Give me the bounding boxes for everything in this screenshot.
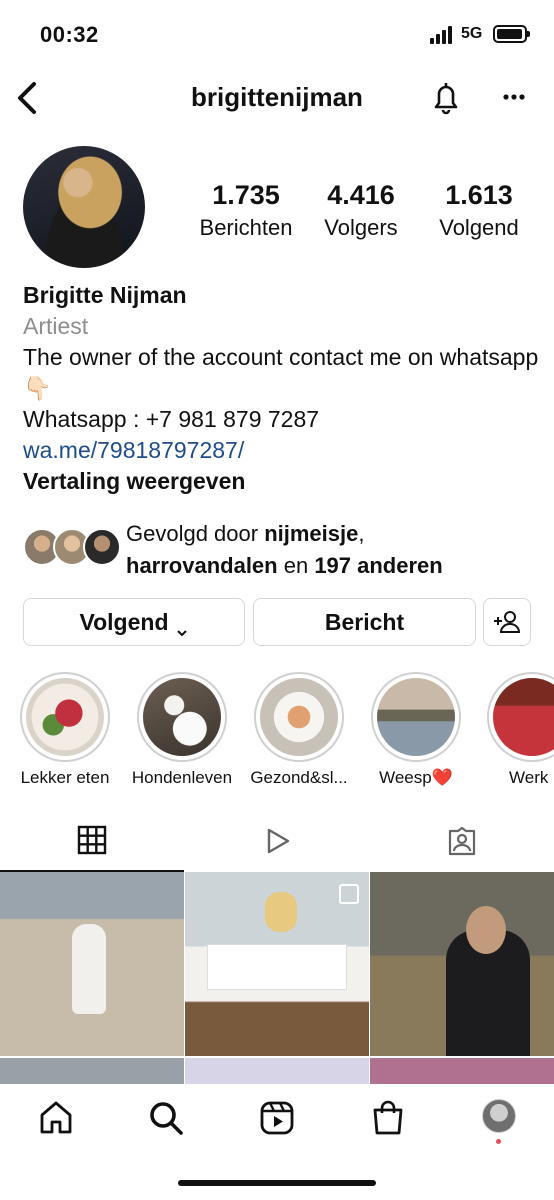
stat-following-count: 1.613: [445, 180, 513, 210]
stat-posts[interactable]: 1.735 Berichten: [190, 180, 302, 241]
post-image-content: [265, 892, 297, 932]
highlight-item[interactable]: Lekker eten: [20, 672, 110, 787]
chevron-down-icon: [175, 617, 189, 637]
post-thumbnail[interactable]: [370, 872, 554, 1056]
battery-icon: [493, 25, 530, 43]
highlight-ring: [20, 672, 110, 762]
profile-avatar[interactable]: [23, 146, 145, 268]
status-time: 00:32: [40, 22, 99, 47]
highlight-cover: [26, 678, 104, 756]
highlight-ring: [137, 672, 227, 762]
notification-dot: [496, 1139, 501, 1144]
reels-play-icon: [267, 828, 290, 854]
stat-followers-count: 4.416: [327, 180, 395, 210]
post-thumbnail[interactable]: [185, 1058, 369, 1084]
profile-bio: Brigitte Nijman Artiest The owner of the…: [23, 280, 543, 497]
bell-icon[interactable]: [428, 78, 464, 118]
bio-link[interactable]: wa.me/79818797287/: [23, 435, 543, 466]
followed-by[interactable]: Gevolgd door nijmeisje, harrovandalen en…: [23, 518, 543, 578]
mutual-others[interactable]: 197 anderen: [314, 553, 442, 578]
followed-by-text: Gevolgd door nijmeisje, harrovandalen en…: [126, 518, 546, 582]
following-button-label: Volgend: [79, 608, 169, 635]
signal-icon: [430, 26, 454, 44]
highlight-cover: [143, 678, 221, 756]
home-icon[interactable]: [36, 1098, 76, 1138]
posts-grid: [0, 872, 554, 1084]
highlight-item[interactable]: Weesp❤️: [371, 672, 461, 787]
home-indicator: [178, 1180, 376, 1186]
mutual-user-2[interactable]: harrovandalen: [126, 553, 278, 578]
tab-reels[interactable]: [185, 810, 369, 872]
highlight-label: Werk: [509, 768, 549, 787]
bio-text-line2: Whatsapp : +7 981 879 7287: [23, 406, 320, 432]
stat-posts-count: 1.735: [212, 180, 280, 210]
tab-tagged[interactable]: [370, 810, 554, 872]
suggest-people-button[interactable]: [483, 598, 531, 646]
post-image-content: [466, 906, 506, 954]
highlight-item[interactable]: Werk: [487, 672, 554, 802]
message-button[interactable]: Bericht: [253, 598, 476, 646]
bio-text-line1: The owner of the account contact me on w…: [23, 344, 539, 401]
status-bar: 00:32 5G: [0, 0, 554, 70]
stat-posts-label: Berichten: [199, 215, 293, 240]
mutual-avatar: [83, 528, 121, 566]
bottom-navigation: [0, 1084, 554, 1200]
post-thumbnail[interactable]: [0, 1058, 184, 1084]
followed-by-sep: ,: [358, 521, 365, 546]
header-username: brigittenijman: [191, 82, 363, 112]
profile-category: Artiest: [23, 313, 89, 339]
highlight-label: Weesp❤️: [379, 768, 453, 787]
more-options-icon[interactable]: [498, 82, 534, 112]
shop-bag-icon[interactable]: [368, 1098, 408, 1138]
profile-stats: 1.735 Berichten 4.416 Volgers 1.613 Volg…: [190, 180, 540, 241]
profile-tabs: [0, 810, 554, 872]
tagged-person-icon: [448, 826, 476, 856]
highlight-item[interactable]: Hondenleven: [132, 672, 232, 787]
followed-by-prefix: Gevolgd door: [126, 521, 265, 546]
profile-name: Brigitte Nijman: [23, 282, 187, 308]
stat-followers[interactable]: 4.416 Volgers: [302, 180, 420, 241]
message-button-label: Bericht: [324, 608, 405, 635]
highlight-ring: [371, 672, 461, 762]
stat-following-label: Volgend: [439, 215, 519, 240]
stat-followers-label: Volgers: [324, 215, 398, 240]
post-thumbnail[interactable]: [185, 872, 369, 1056]
followed-by-mid: en: [277, 553, 315, 578]
post-image-content: [72, 924, 106, 1014]
stat-following[interactable]: 1.613 Volgend: [420, 180, 538, 241]
highlight-item[interactable]: Gezond&sl...: [250, 672, 348, 787]
following-button[interactable]: Volgend: [23, 598, 245, 646]
mutual-user-1[interactable]: nijmeisje: [264, 521, 358, 546]
grid-icon: [77, 825, 107, 855]
highlight-ring: [254, 672, 344, 762]
profile-header: brigittenijman: [0, 70, 554, 126]
post-thumbnail[interactable]: [370, 1058, 554, 1084]
network-label: 5G: [461, 25, 483, 42]
profile-avatar-icon[interactable]: [482, 1099, 516, 1133]
post-thumbnail[interactable]: [0, 872, 184, 1056]
multiple-photos-icon: [339, 884, 359, 904]
search-icon[interactable]: [146, 1098, 186, 1138]
highlight-ring: [487, 672, 554, 762]
reels-icon[interactable]: [257, 1098, 297, 1138]
highlight-cover: [377, 678, 455, 756]
highlight-cover: [493, 678, 554, 756]
translate-link[interactable]: Vertaling weergeven: [23, 466, 543, 497]
tab-posts-grid[interactable]: [0, 810, 184, 872]
highlight-cover: [260, 678, 338, 756]
add-person-icon: [494, 611, 521, 633]
post-image-content: [207, 944, 347, 990]
